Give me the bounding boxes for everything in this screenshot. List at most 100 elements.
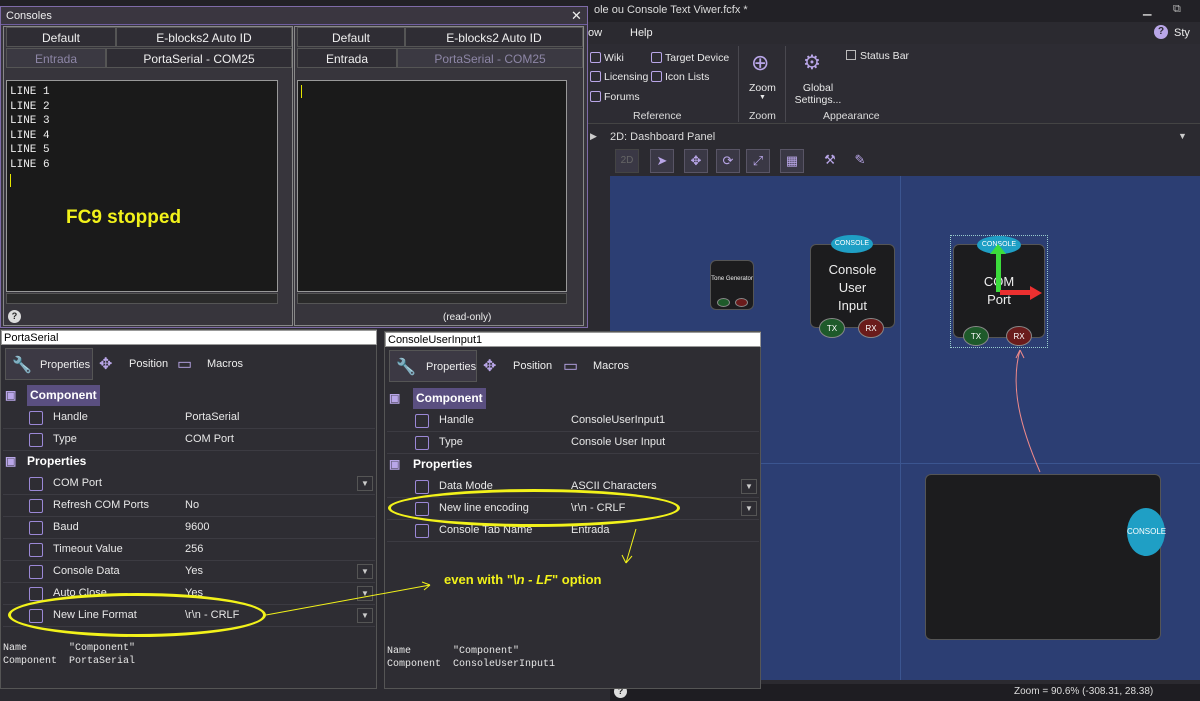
console-output-left[interactable]: LINE 1 LINE 2 LINE 3 LINE 4 LINE 5 LINE …: [6, 80, 278, 292]
property-value[interactable]: 9600: [185, 517, 209, 538]
console-display-component[interactable]: [925, 474, 1161, 640]
tab-properties[interactable]: 🔧 Properties: [5, 348, 93, 380]
licensing-button[interactable]: Licensing: [590, 71, 648, 83]
status-bar-checkbox[interactable]: Status Bar: [846, 50, 909, 62]
console-pill-input: CONSOLE: [831, 235, 873, 253]
menu-bar: ow Help ? Sty: [588, 22, 1200, 44]
brush-tool-button[interactable]: ✎: [848, 149, 872, 173]
pointer-tool-button[interactable]: ➤: [650, 149, 674, 173]
property-row[interactable]: Handle ConsoleUserInput1: [387, 410, 759, 432]
global-settings-button[interactable]: Global Settings...: [794, 82, 842, 106]
subtab-entrada[interactable]: Entrada: [297, 48, 397, 68]
property-value[interactable]: 256: [185, 539, 203, 560]
property-row[interactable]: Type Console User Input: [387, 432, 759, 454]
tone-pin-rx: [735, 298, 748, 307]
x-axis-gizmo[interactable]: [1000, 290, 1030, 295]
console-output-right[interactable]: [297, 80, 567, 292]
macros-icon: ▭: [177, 356, 193, 373]
target-device-button[interactable]: Target Device: [651, 52, 729, 64]
description-box: Name "Component" Component ConsoleUserInp…: [387, 646, 556, 670]
property-row[interactable]: Refresh COM Ports No: [3, 495, 375, 517]
tab-eblocks2-auto-id[interactable]: E-blocks2 Auto ID: [405, 27, 583, 47]
property-name: Refresh COM Ports: [53, 499, 149, 511]
tab-default[interactable]: Default: [6, 27, 116, 47]
help-icon[interactable]: ?: [1154, 25, 1168, 39]
move-icon: ✥: [483, 358, 497, 375]
text-cursor: [301, 85, 302, 98]
tab-eblocks2-auto-id[interactable]: E-blocks2 Auto ID: [116, 27, 292, 47]
window-title: ole ou Console Text Viwer.fcfx *: [594, 4, 748, 16]
restore-icon[interactable]: ⧉: [1173, 3, 1181, 16]
chevron-down-icon[interactable]: ▼: [741, 479, 757, 494]
menu-item-help[interactable]: Help: [630, 27, 653, 39]
property-value[interactable]: Console User Input: [571, 432, 665, 453]
icon-lists-button[interactable]: Icon Lists: [651, 71, 709, 83]
category-component[interactable]: ▣ Component: [387, 388, 759, 410]
property-row[interactable]: COM Port ▼: [3, 473, 375, 495]
property-icon: [29, 543, 43, 557]
property-value[interactable]: ConsoleUserInput1: [571, 410, 665, 431]
horizontal-scrollbar[interactable]: [297, 293, 567, 304]
category-properties[interactable]: ▣ Properties: [3, 451, 375, 473]
zoom-chevron-down-icon[interactable]: ▼: [759, 94, 766, 101]
property-icon: [29, 411, 43, 425]
tab-macros[interactable]: Macros: [207, 358, 243, 370]
forums-button[interactable]: Forums: [590, 91, 640, 103]
y-axis-gizmo[interactable]: [996, 248, 1001, 292]
property-value[interactable]: PortaSerial: [185, 407, 239, 428]
console-user-input-label: Console User Input: [828, 262, 877, 313]
property-value[interactable]: No: [185, 495, 199, 516]
move-tool-button[interactable]: ✥: [684, 149, 708, 173]
wiki-button[interactable]: Wiki: [590, 52, 624, 64]
component-selector[interactable]: PortaSerial: [1, 330, 377, 345]
tab-position[interactable]: Position: [513, 360, 552, 372]
category-component[interactable]: ▣ Component: [3, 385, 375, 407]
tab-properties[interactable]: 🔧 Properties: [389, 350, 477, 382]
console-user-input-component[interactable]: Console User Input: [810, 244, 895, 328]
property-row[interactable]: Handle PortaSerial: [3, 407, 375, 429]
subtab-entrada[interactable]: Entrada: [6, 48, 106, 68]
panel-menu-icon[interactable]: ▼: [1178, 131, 1187, 141]
tab-macros[interactable]: Macros: [593, 360, 629, 372]
subtab-portaserial-com25[interactable]: PortaSerial - COM25: [397, 48, 583, 68]
rotate-tool-button[interactable]: ⟳: [716, 149, 740, 173]
console-line: LINE 6: [10, 158, 50, 171]
console-line: LINE 4: [10, 129, 50, 142]
chevron-down-icon[interactable]: ▼: [741, 501, 757, 516]
horizontal-scrollbar[interactable]: [6, 293, 278, 304]
property-value[interactable]: Yes: [185, 561, 203, 582]
menu-item-style[interactable]: Sty: [1174, 27, 1190, 39]
minimize-icon[interactable]: ▁: [1143, 3, 1151, 16]
close-icon[interactable]: ✕: [571, 8, 582, 24]
icon-lists-icon: [651, 71, 662, 82]
wrench-tool-button[interactable]: ⚒: [818, 149, 842, 173]
consoles-title: Consoles: [6, 10, 52, 22]
property-row[interactable]: Type COM Port: [3, 429, 375, 451]
subtab-portaserial-com25[interactable]: PortaSerial - COM25: [106, 48, 292, 68]
zoom-icon[interactable]: ⊕: [751, 50, 769, 76]
resize-tool-button[interactable]: ⤢: [746, 149, 770, 173]
console-line: LINE 3: [10, 115, 50, 128]
read-only-label: (read-only): [443, 312, 492, 323]
chevron-down-icon[interactable]: ▼: [357, 476, 373, 491]
category-properties[interactable]: ▣ Properties: [387, 454, 759, 476]
property-value[interactable]: COM Port: [185, 429, 234, 450]
annotation-even-with-lf: even with "\n - LF" option: [444, 572, 602, 587]
ribbon: Wiki Licensing Forums Target Device Icon…: [588, 44, 1200, 124]
component-selector[interactable]: ConsoleUserInput1: [385, 332, 761, 347]
tab-default[interactable]: Default: [297, 27, 405, 47]
group-label-zoom: Zoom: [749, 110, 776, 122]
tone-generator-component[interactable]: Tone Generator: [710, 260, 754, 310]
collapse-arrow-icon[interactable]: ▶: [590, 131, 597, 142]
view-2d-button[interactable]: 2D: [615, 149, 639, 173]
help-icon[interactable]: ?: [8, 310, 21, 323]
category-icon: ▣: [389, 457, 401, 471]
gear-icon: ⚙: [803, 52, 821, 74]
grid-tool-button[interactable]: ▦: [780, 149, 804, 173]
menu-item-window[interactable]: ow: [588, 27, 602, 39]
zoom-button[interactable]: Zoom: [749, 82, 776, 94]
tone-pin-tx: [717, 298, 730, 307]
property-name: Baud: [53, 521, 79, 533]
highlight-ellipse-new-line-encoding: [388, 489, 680, 527]
tab-position[interactable]: Position: [129, 358, 168, 370]
